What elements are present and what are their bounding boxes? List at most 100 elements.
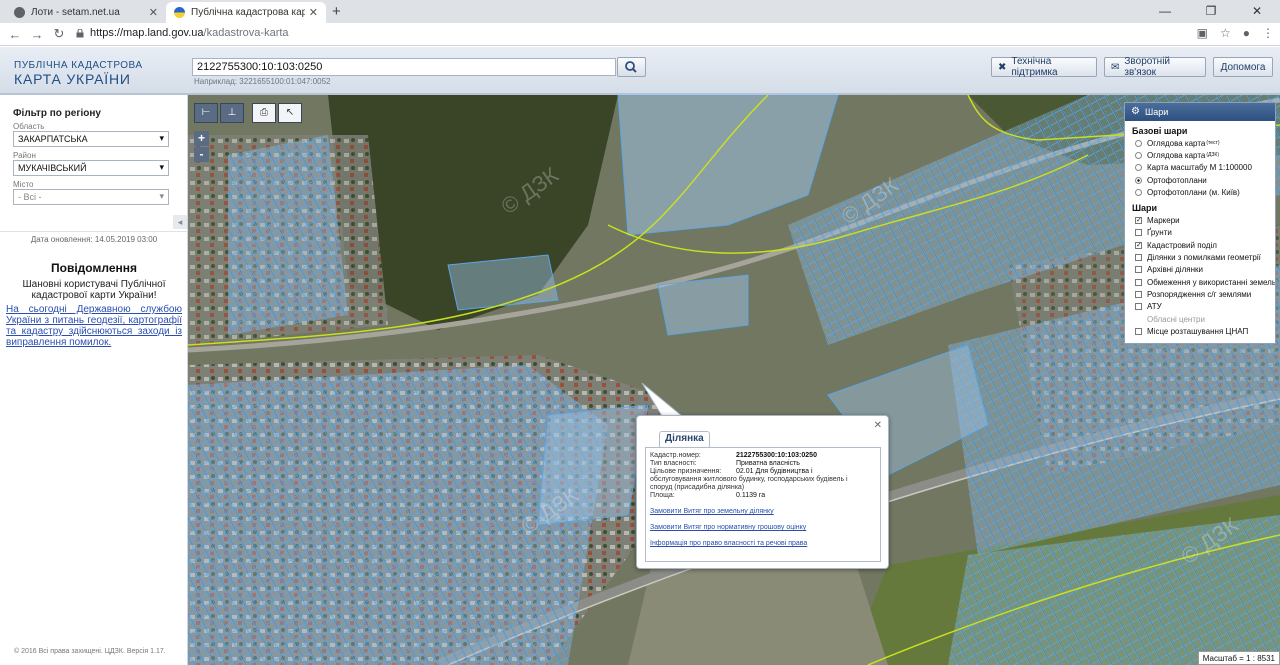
checkbox-icon: [1135, 229, 1142, 237]
layer-regional-centers: Обласні центри: [1125, 313, 1275, 325]
close-tab-icon[interactable]: ✕: [309, 6, 318, 19]
purpose-label: Цільове призначення:: [650, 468, 722, 475]
ownership-label: Тип власності:: [650, 460, 697, 467]
base-layer-map-100000[interactable]: Карта масштабу М 1:100000: [1125, 162, 1275, 174]
layer-restrictions[interactable]: Обмеження у використанні земель: [1125, 276, 1275, 288]
base-layer-overview-dzk[interactable]: Оглядова карта (ДЗК): [1125, 149, 1275, 161]
layer-geometry-errors[interactable]: Ділянки з помилками геометрії: [1125, 251, 1275, 263]
feedback-button[interactable]: ✉ Зворотній зв'язок: [1104, 56, 1206, 78]
checkbox-icon: [1135, 327, 1142, 335]
area-label: Площа:: [650, 492, 675, 499]
tech-support-button[interactable]: ✖ Технічна підтримка: [991, 56, 1097, 78]
layer-label: Маркери: [1147, 216, 1180, 226]
base-layer-orthophoto-kyiv[interactable]: Ортофотоплани (м. Київ): [1125, 186, 1275, 198]
notice-link[interactable]: На сьогодні Державною службою України з …: [6, 304, 182, 348]
layer-sup: (тест): [1206, 140, 1220, 147]
gear-icon: ⚙: [1131, 106, 1140, 117]
close-icon[interactable]: ✕: [874, 420, 882, 431]
zoom-out-button[interactable]: -: [194, 147, 209, 162]
layer-atu[interactable]: АТУ: [1125, 301, 1275, 313]
cadastral-search-input[interactable]: 2122755300:10:103:0250: [192, 58, 616, 76]
checkbox-checked-icon: ✓: [1135, 241, 1142, 249]
measure-area-icon[interactable]: ⊥: [220, 103, 244, 123]
browser-tab-bar: Лоти - setam.net.ua ✕ Публічна кадастров…: [0, 0, 1280, 23]
layers-header[interactable]: ⚙ Шари: [1125, 103, 1275, 121]
checkbox-icon: [1135, 315, 1142, 323]
tools-icon: ✖: [998, 61, 1007, 73]
close-tab-icon[interactable]: ✕: [149, 6, 158, 19]
forward-icon[interactable]: →: [26, 27, 48, 42]
close-window-icon[interactable]: ✕: [1234, 0, 1280, 23]
feedback-label: Зворотній зв'язок: [1124, 56, 1171, 78]
globe-icon: [14, 7, 25, 18]
collapse-sidebar-icon[interactable]: ◂: [173, 215, 187, 229]
help-button[interactable]: Допомога: [1213, 57, 1273, 77]
minimize-icon[interactable]: —: [1142, 0, 1188, 23]
measure-distance-icon[interactable]: ⊢: [194, 103, 218, 123]
district-select[interactable]: МУКАЧІВСЬКИЙ: [13, 160, 169, 176]
browser-tab-setam[interactable]: Лоти - setam.net.ua ✕: [6, 2, 166, 23]
parcel-tab[interactable]: Ділянка: [659, 431, 710, 447]
menu-dots-icon[interactable]: ⋮: [1262, 26, 1274, 40]
translate-icon[interactable]: ▣: [1197, 26, 1208, 40]
base-layer-orthophoto[interactable]: Ортофотоплани: [1125, 174, 1275, 186]
reload-icon[interactable]: ↻: [48, 26, 70, 42]
tab-title: Лоти - setam.net.ua: [31, 7, 120, 18]
notice-body: Шановні користувачі Публічної кадастрово…: [22, 279, 166, 301]
new-tab-icon[interactable]: +: [332, 3, 341, 20]
identify-icon[interactable]: ↖: [278, 103, 302, 123]
logo-line2: КАРТА УКРАЇНИ: [14, 71, 131, 87]
print-icon[interactable]: ⎙: [252, 103, 276, 123]
checkbox-checked-icon: ✓: [1135, 217, 1142, 225]
layer-label: Місце розташування ЦНАП: [1147, 326, 1249, 336]
cadastral-number-label: Кадастр.номер:: [650, 452, 701, 459]
browser-tab-kadastr[interactable]: Публічна кадастрова карта Укр ✕: [166, 2, 326, 23]
zoom-in-button[interactable]: +: [194, 131, 209, 146]
layer-cadastral[interactable]: ✓ Кадастровий поділ: [1125, 239, 1275, 251]
url-host: https://map.land.gov.ua: [90, 27, 204, 39]
restore-icon[interactable]: ❐: [1188, 0, 1234, 23]
back-icon[interactable]: ←: [4, 27, 26, 42]
layer-label: Ортофотоплани: [1147, 175, 1207, 185]
layer-soils[interactable]: Ґрунти: [1125, 227, 1275, 239]
window-controls: — ❐ ✕: [1142, 0, 1280, 23]
site-header: ПУБЛІЧНА КАДАСТРОВА КАРТА УКРАЇНИ 212275…: [0, 47, 1280, 95]
radio-selected-icon: [1135, 176, 1142, 184]
parcel-popup: ✕ Ділянка Кадастр.номер: 2122755300:10:1…: [636, 415, 889, 569]
layer-archived[interactable]: Архівні ділянки: [1125, 264, 1275, 276]
overlay-layers-title: Шари: [1132, 203, 1158, 214]
base-layer-overview-test[interactable]: Оглядова карта (тест): [1125, 137, 1275, 149]
account-icon[interactable]: ●: [1243, 26, 1250, 40]
district-label: Район: [13, 151, 36, 160]
area-value: 0.1139 га: [736, 492, 766, 499]
parcel-info: Кадастр.номер: 2122755300:10:103:0250 Ти…: [645, 447, 881, 562]
update-date: Дата оновлення: 14.05.2019 03:00: [0, 231, 188, 244]
url-field[interactable]: https://map.land.gov.ua/kadastrova-karta: [90, 27, 289, 39]
map-canvas[interactable]: © ДЗК © ДЗК © ДЗК © ДЗК ⊢ ⊥ ⎙ ↖ + - ⚙ Шар…: [188, 95, 1280, 665]
layer-label: Карта масштабу М 1:100000: [1147, 163, 1252, 173]
checkbox-icon: [1135, 303, 1142, 311]
map-toolbar: ⊢ ⊥ ⎙ ↖: [194, 103, 302, 123]
region-select[interactable]: ЗАКАРПАТСЬКА: [13, 131, 169, 147]
notice-title: Повідомлення: [51, 261, 137, 275]
lock-icon: [76, 29, 84, 38]
radio-icon: [1135, 188, 1142, 196]
order-extract-link[interactable]: Замовити Витяг про земельну ділянку: [650, 508, 774, 516]
checkbox-icon: [1135, 254, 1142, 262]
city-label: Місто: [13, 180, 34, 189]
layer-markers[interactable]: ✓ Маркери: [1125, 214, 1275, 226]
layer-label: Обмеження у використанні земель: [1147, 277, 1275, 287]
order-valuation-link[interactable]: Замовити Витяг про нормативну грошову оц…: [650, 524, 806, 532]
layers-panel: ⚙ Шари Базові шари Оглядова карта (тест) О…: [1124, 102, 1276, 344]
layer-agri-lands[interactable]: Розпорядження с/г землями: [1125, 288, 1275, 300]
layer-label: Розпорядження с/г землями: [1147, 289, 1252, 299]
search-button[interactable]: [617, 57, 646, 77]
layer-label: Кадастровий поділ: [1147, 240, 1217, 250]
bookmark-star-icon[interactable]: ☆: [1220, 26, 1231, 40]
search-icon: [625, 61, 637, 73]
ownership-info-link[interactable]: Інформація про право власності та речові…: [650, 540, 807, 548]
city-select[interactable]: - Всі -: [13, 189, 169, 205]
filter-title: Фільтр по регіону: [13, 108, 101, 119]
layer-cnap[interactable]: Місце розташування ЦНАП: [1125, 325, 1275, 337]
browser-actions: ▣ ☆ ● ⋮: [1197, 26, 1274, 40]
